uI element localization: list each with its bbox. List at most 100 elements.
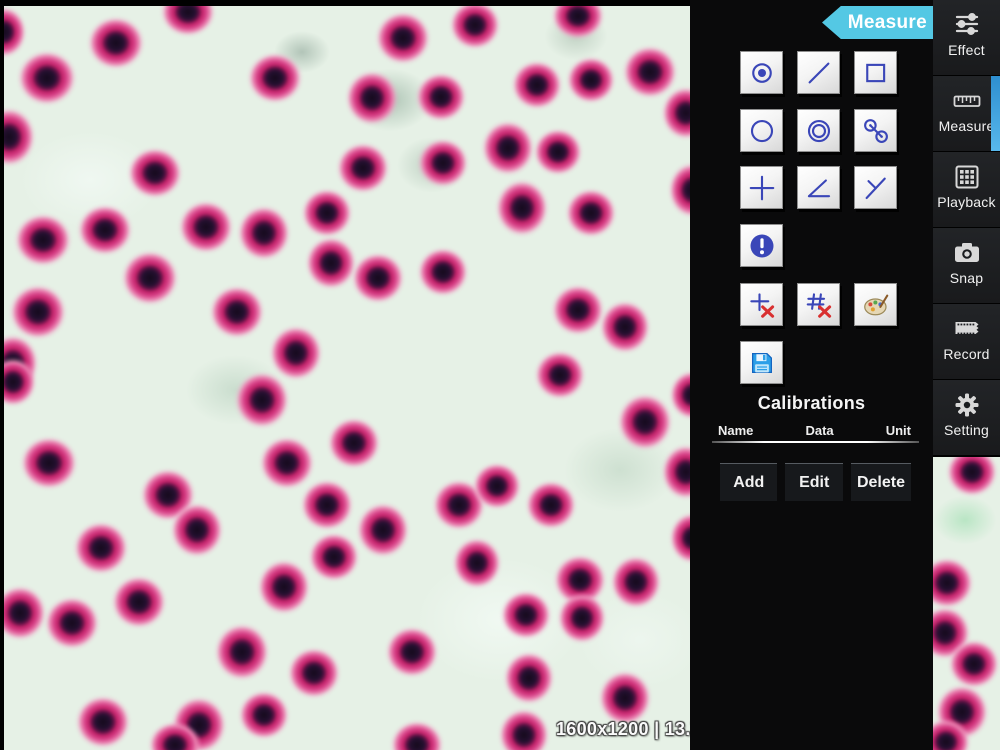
tab-label: Setting xyxy=(944,422,989,438)
calibrations-title: Calibrations xyxy=(690,393,933,414)
three-point-angle-tool-button[interactable] xyxy=(854,166,897,209)
blood-cell xyxy=(617,393,673,451)
sliders-icon xyxy=(952,9,982,41)
blood-cell xyxy=(234,371,290,429)
calibrations-header-row: NameDataUnit xyxy=(718,423,911,438)
delete-all-tool-button[interactable] xyxy=(797,283,840,326)
cross-icon xyxy=(747,173,777,203)
blood-cell xyxy=(77,204,133,256)
tab-label: Snap xyxy=(950,270,984,286)
calibrations-column-data: Data xyxy=(805,423,833,438)
angle-tool-button[interactable] xyxy=(797,166,840,209)
blood-cell xyxy=(247,52,303,104)
blood-cell xyxy=(551,0,605,40)
delete-selected-tool-button[interactable] xyxy=(740,283,783,326)
tab-measure[interactable]: Measure xyxy=(933,76,1000,151)
blood-cell xyxy=(534,350,586,400)
blood-cell xyxy=(525,480,577,530)
point-tool-button[interactable] xyxy=(740,51,783,94)
blood-cell xyxy=(565,188,617,238)
tab-label: Measure xyxy=(939,118,995,134)
blood-cell xyxy=(511,60,563,110)
tab-label: Record xyxy=(943,346,989,362)
blood-cell xyxy=(551,284,605,336)
delete-cross-icon xyxy=(747,290,777,320)
blood-cell xyxy=(390,720,444,750)
blood-cell xyxy=(495,179,549,237)
blood-cell xyxy=(336,142,390,194)
blood-cell xyxy=(237,205,291,261)
blood-cell xyxy=(0,107,36,167)
cross-tool-button[interactable] xyxy=(740,166,783,209)
blood-cell xyxy=(417,138,469,188)
blood-cell xyxy=(481,120,535,176)
save-tool-button[interactable] xyxy=(740,341,783,384)
blood-cell xyxy=(121,250,179,306)
info-icon xyxy=(747,231,777,261)
blood-cell xyxy=(209,285,265,339)
blood-cell xyxy=(0,585,47,641)
blood-cell xyxy=(610,555,662,609)
blood-cell xyxy=(557,592,607,644)
blood-cell xyxy=(170,502,224,558)
blood-cell xyxy=(327,417,381,469)
tab-setting[interactable]: Setting xyxy=(933,380,1000,455)
angle-icon xyxy=(804,173,834,203)
blood-cell xyxy=(257,559,311,615)
blood-cell xyxy=(44,596,100,650)
rectangle-icon xyxy=(861,58,891,88)
blood-cell xyxy=(385,626,439,678)
concentric-circles-icon xyxy=(804,116,834,146)
sidebar-tabs: Effect Measure Playback Snap Record Setting xyxy=(933,0,1000,457)
blood-cell xyxy=(9,284,67,340)
two-circles-tool-button[interactable] xyxy=(854,109,897,152)
delete-button[interactable]: Delete xyxy=(851,463,911,501)
measure-tag-label: Measure xyxy=(848,12,927,34)
color-palette-tool-button[interactable] xyxy=(854,283,897,326)
microscope-app: 1600x1200 | 13.79 fps Measure Calibratio… xyxy=(0,0,1000,750)
add-button[interactable]: Add xyxy=(720,463,777,501)
rectangle-tool-button[interactable] xyxy=(854,51,897,94)
tab-label: Effect xyxy=(948,42,985,58)
blood-cell xyxy=(87,16,145,70)
blood-cell xyxy=(472,462,522,510)
concentric-circles-tool-button[interactable] xyxy=(797,109,840,152)
blood-cell xyxy=(417,247,469,297)
blood-cell xyxy=(351,252,405,304)
blood-cell xyxy=(598,670,652,726)
info-tool-button[interactable] xyxy=(740,224,783,267)
circle-icon xyxy=(747,116,777,146)
tab-playback[interactable]: Playback xyxy=(933,152,1000,227)
palette-icon xyxy=(861,290,891,320)
letterbox-top xyxy=(0,0,690,6)
point-icon xyxy=(747,58,777,88)
tab-record[interactable]: Record xyxy=(933,304,1000,379)
blood-cell xyxy=(214,623,270,681)
circle-tool-button[interactable] xyxy=(740,109,783,152)
tab-snap[interactable]: Snap xyxy=(933,228,1000,303)
blood-cell xyxy=(356,502,410,558)
blood-cell xyxy=(238,690,290,740)
blood-cell xyxy=(305,236,357,290)
letterbox-left xyxy=(0,0,4,750)
blood-cell xyxy=(948,639,1000,689)
blood-cell xyxy=(452,537,502,589)
calibrations-buttons: AddEditDelete xyxy=(720,463,911,501)
active-tab-indicator xyxy=(991,76,1000,151)
measure-tag: Measure xyxy=(822,6,933,39)
blood-cell xyxy=(14,213,72,267)
blood-cell xyxy=(599,300,651,354)
blood-cell xyxy=(498,708,550,750)
edit-button[interactable]: Edit xyxy=(785,463,842,501)
blood-cell xyxy=(259,436,315,490)
measure-panel: Measure Calibrations NameDataUnit AddEdi… xyxy=(690,0,933,750)
blood-cell xyxy=(300,479,354,531)
tab-label: Playback xyxy=(937,194,995,210)
line-tool-button[interactable] xyxy=(797,51,840,94)
blood-cell xyxy=(287,647,341,699)
blood-cell xyxy=(500,590,552,640)
tab-effect[interactable]: Effect xyxy=(933,0,1000,75)
save-icon xyxy=(747,348,777,378)
ruler-icon xyxy=(952,85,982,117)
blood-cell xyxy=(75,695,131,749)
